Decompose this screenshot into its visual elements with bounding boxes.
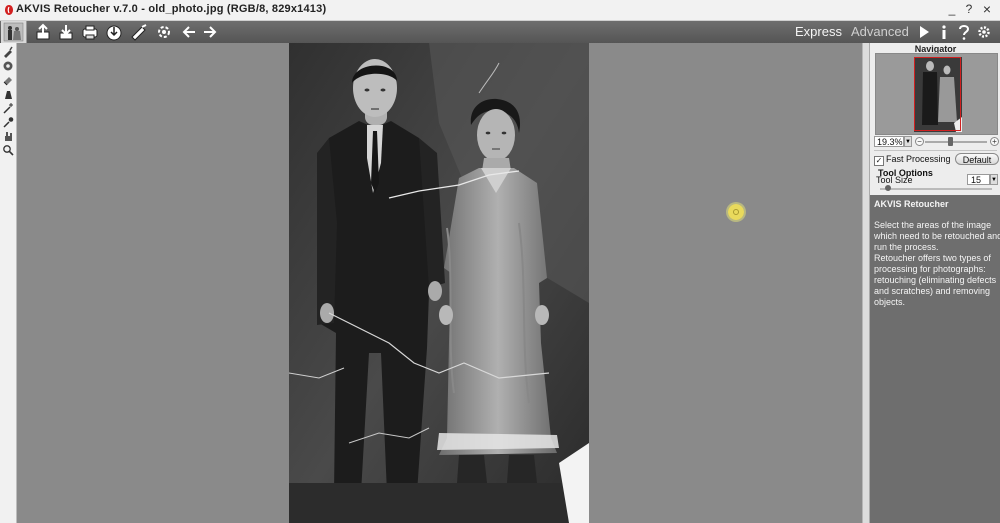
tool-size-slider-track[interactable] — [880, 188, 992, 190]
main-toolbar: Express Advanced — [0, 21, 1000, 44]
fast-processing-label: Fast Processing — [886, 154, 951, 164]
play-icon[interactable] — [916, 23, 932, 41]
navigator-preview[interactable] — [875, 53, 998, 135]
zoom-slider-thumb[interactable] — [947, 137, 953, 146]
help-text-line: and scratches) and removing — [874, 286, 991, 296]
zoom-dropdown-arrow[interactable]: ▼ — [904, 136, 912, 147]
right-panel: Navigator 19.3% ▼ − + ✓ Fast Processing … — [869, 43, 1000, 523]
close-button[interactable]: × — [980, 2, 994, 17]
brush-cursor — [728, 204, 744, 220]
help-text-line: run the process. — [874, 242, 939, 252]
title-bar: AKVIS Retoucher v.7.0 - old_photo.jpg (R… — [0, 0, 1000, 21]
gear-icon[interactable] — [976, 23, 992, 41]
help-text-line: processing for photographs: — [874, 264, 986, 274]
eyedropper-icon[interactable] — [2, 116, 14, 128]
akvis-logo-icon — [5, 5, 13, 15]
image-workspace[interactable] — [17, 43, 862, 523]
default-button[interactable]: Default — [955, 153, 999, 165]
zoom-input[interactable]: 19.3% — [874, 136, 904, 147]
eraser-icon[interactable] — [2, 74, 14, 86]
undo-arrow-icon[interactable] — [180, 23, 198, 41]
tool-size-label: Tool Size — [876, 175, 913, 185]
redo-arrow-icon[interactable] — [201, 23, 219, 41]
minimize-button[interactable]: _ — [945, 2, 959, 17]
help-button[interactable]: ? — [962, 2, 976, 17]
help-text-line: Retoucher offers two types of — [874, 253, 991, 263]
hand-icon[interactable] — [2, 130, 14, 142]
old-photo-image[interactable] — [289, 43, 589, 523]
fast-processing-checkbox[interactable]: ✓ — [874, 156, 884, 166]
run-process-icon[interactable] — [155, 23, 173, 41]
tool-size-slider-thumb[interactable] — [885, 185, 891, 191]
magic-wand-icon[interactable] — [2, 102, 14, 114]
help-text-line: retouching (eliminating defects — [874, 275, 997, 285]
express-mode-tab[interactable]: Express — [795, 24, 842, 39]
photo-thumbnail-icon[interactable] — [1, 21, 27, 43]
zoom-icon[interactable] — [2, 144, 14, 156]
settings-brush-icon[interactable] — [130, 23, 148, 41]
window-title: AKVIS Retoucher v.7.0 - old_photo.jpg (R… — [16, 3, 327, 15]
help-text-line: Select the areas of the image — [874, 220, 992, 230]
chameleon-brush-icon[interactable] — [2, 88, 14, 100]
zoom-out-button[interactable]: − — [915, 137, 924, 146]
help-text-line: objects. — [874, 297, 906, 307]
save-icon[interactable] — [57, 23, 75, 41]
advanced-mode-tab[interactable]: Advanced — [851, 24, 909, 39]
open-file-icon[interactable] — [34, 23, 52, 41]
help-title: AKVIS Retoucher — [874, 199, 949, 209]
divider — [874, 150, 997, 151]
tool-palette — [0, 43, 17, 523]
help-panel: AKVIS Retoucher Select the areas of the … — [870, 195, 1000, 523]
zoom-slider-track[interactable] — [925, 141, 987, 143]
share-icon[interactable] — [105, 23, 123, 41]
help-icon[interactable] — [956, 23, 972, 41]
print-icon[interactable] — [81, 23, 99, 41]
tool-size-input[interactable]: 15 — [967, 174, 990, 185]
retouch-brush-icon[interactable] — [2, 46, 14, 58]
info-icon[interactable] — [936, 23, 952, 41]
help-text-line: which need to be retouched and — [874, 231, 1000, 241]
tool-size-spinner[interactable]: ▼ — [990, 174, 998, 185]
clone-stamp-icon[interactable] — [2, 60, 14, 72]
zoom-in-button[interactable]: + — [990, 137, 999, 146]
navigator-view-frame[interactable] — [914, 57, 961, 131]
